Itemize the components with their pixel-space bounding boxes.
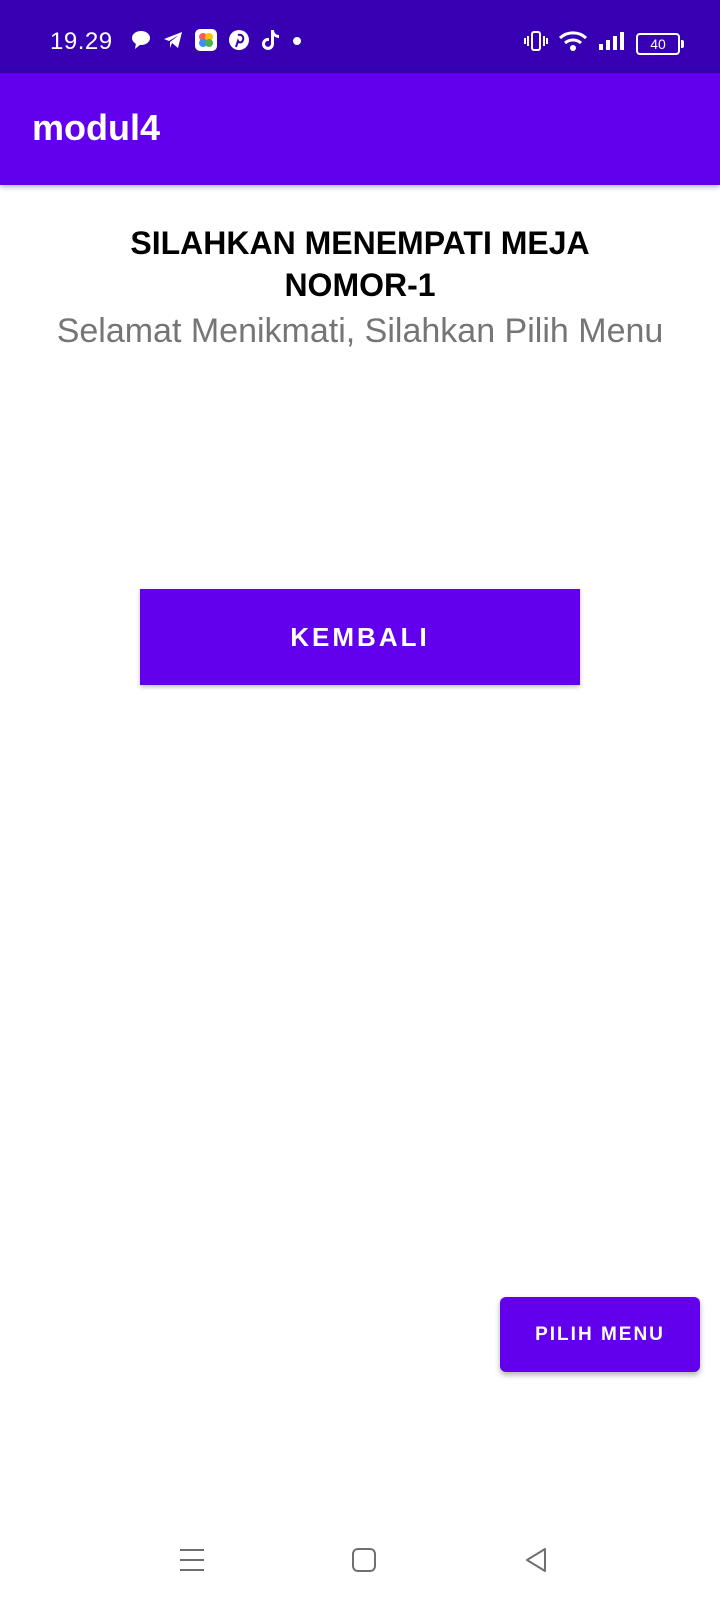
choose-menu-button[interactable]: PILIH MENU	[500, 1297, 700, 1372]
wifi-icon	[558, 30, 588, 57]
telegram-icon	[162, 29, 184, 51]
status-time: 19.29	[50, 28, 113, 55]
battery-icon: 40	[636, 32, 684, 55]
pinterest-icon	[228, 29, 250, 51]
dot-icon	[292, 29, 302, 51]
status-bar: 19.29 40	[0, 0, 720, 73]
navigation-bar	[0, 1520, 720, 1600]
notification-icons	[130, 28, 302, 52]
back-button[interactable]: KEMBALI	[140, 589, 580, 685]
chat-icon	[130, 29, 152, 51]
home-icon[interactable]	[344, 1540, 384, 1580]
system-icons: 40	[524, 30, 684, 57]
app-title: modul4	[32, 107, 161, 148]
menu-icon[interactable]	[172, 1540, 212, 1580]
welcome-subheading: Selamat Menikmati, Silahkan Pilih Menu	[56, 312, 664, 350]
signal-icon	[598, 30, 626, 57]
app-bar: modul4	[0, 73, 720, 185]
back-icon[interactable]	[516, 1540, 556, 1580]
photos-icon	[194, 28, 218, 52]
table-heading: SILAHKAN MENEMPATI MEJA NOMOR-1	[130, 225, 590, 303]
tiktok-icon	[260, 28, 282, 52]
vibrate-icon	[524, 30, 548, 57]
